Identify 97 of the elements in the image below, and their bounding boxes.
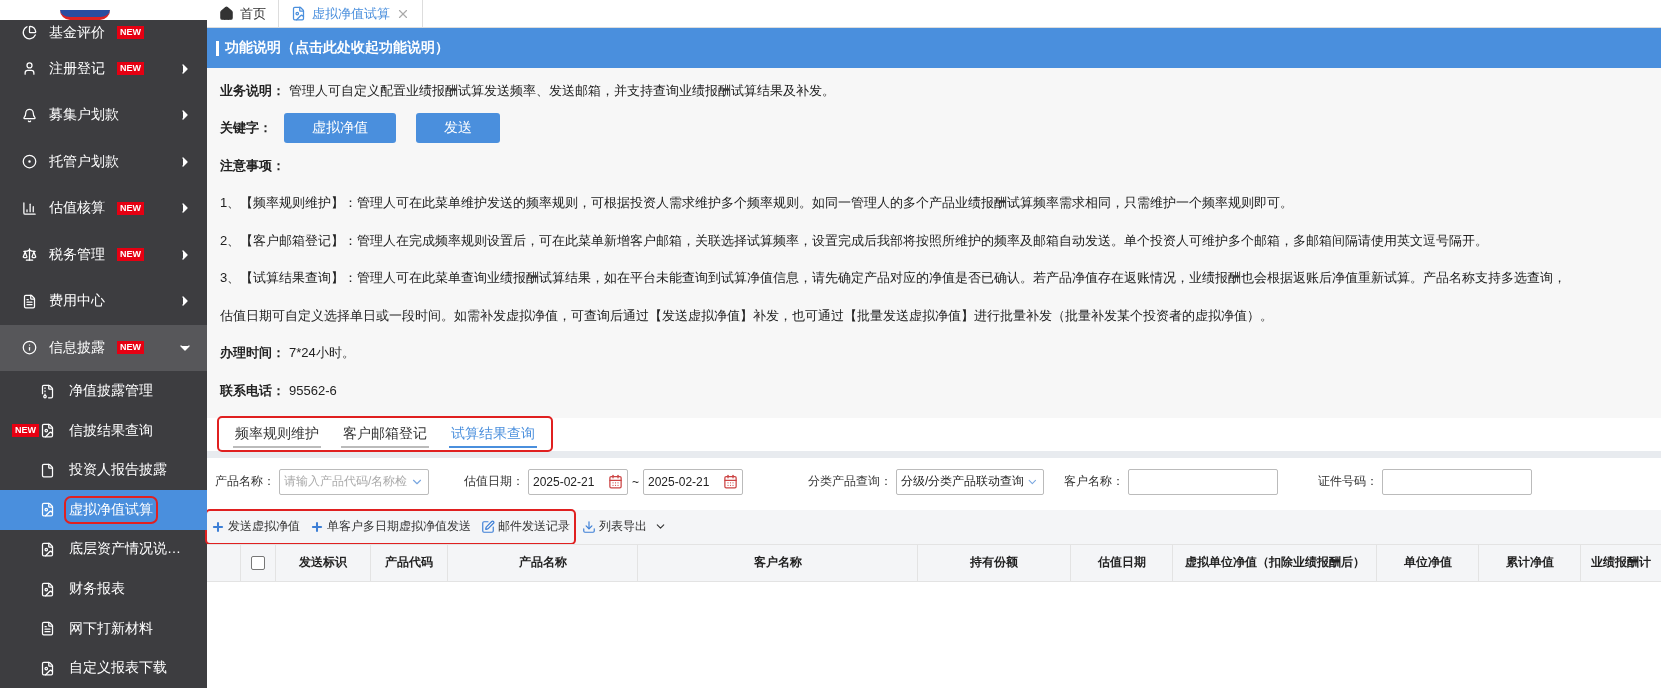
- sidebar-item[interactable]: 托管户划款: [0, 138, 207, 186]
- page-tab[interactable]: 虚拟净值试算: [279, 0, 423, 27]
- submenu-item[interactable]: 网下打新材料: [0, 608, 207, 649]
- column-header: 发送标识: [275, 544, 370, 581]
- new-badge: NEW: [12, 423, 39, 437]
- calendar-icon: [608, 474, 623, 489]
- input-field[interactable]: [1382, 468, 1532, 495]
- menu-icon: [22, 25, 37, 41]
- menu-label: 税务管理: [49, 245, 105, 264]
- column-header: 产品名称: [447, 544, 637, 581]
- menu-label: 估值核算: [49, 199, 105, 218]
- sidebar-item[interactable]: 估值核算 NEW: [0, 185, 207, 232]
- sidebar-item[interactable]: 募集户划款: [0, 92, 207, 139]
- description-text: 3、【试算结果查询】：管理人可在此菜单查询业绩报酬试算结果，如在平台未能查询到试算净值信息，请先确定产品对应的净值是否已确认。若产品净值存在返账情况，业绩报酬也会根据返账后净值重新试算。产品名称支持多选查询，: [220, 269, 1567, 288]
- calendar-icon: [723, 474, 738, 489]
- input-field[interactable]: [1128, 468, 1278, 495]
- edit-icon: [481, 519, 495, 534]
- menu-icon: [22, 293, 37, 309]
- filter-label: 估值日期：: [464, 473, 524, 490]
- menu-icon: [22, 200, 37, 216]
- download-icon: [582, 519, 596, 534]
- filter-label: 证件号码：: [1318, 473, 1378, 490]
- field-label: 联系电话：: [220, 381, 285, 400]
- description-text: 1、【频率规则维护】：管理人可在此菜单维护发送的频率规则，可根据投资人需求维护多个频率规则。如同一管理人的多个产品业绩报酬试算频率需求相同，只需维护一个频率规则即可。: [220, 194, 1294, 213]
- menu-icon: [22, 154, 37, 170]
- column-header: 客户名称: [637, 544, 917, 581]
- toolbar-button[interactable]: 单客户多日期虚拟净值发送: [310, 518, 471, 535]
- sidebar-item[interactable]: 注册登记 NEW: [0, 45, 207, 93]
- column-header: 估值日期: [1070, 544, 1172, 581]
- sidebar-item[interactable]: 费用中心: [0, 278, 207, 325]
- description-text: 2、【客户邮箱登记】：管理人在完成频率规则设置后，可在此菜单新增客户邮箱，关联选择试算频率，设置完成后我部将按照所维护的频率及邮箱自动发送。单个投资人可维护多个邮箱，多邮箱间隔请使用英文逗号隔开。: [220, 231, 1489, 250]
- range-separator: ~: [632, 474, 639, 489]
- column-header: 虚拟单位净值（扣除业绩报酬后）: [1172, 544, 1376, 581]
- date-field[interactable]: 2025-02-21: [528, 468, 628, 495]
- menu-icon: [22, 61, 37, 77]
- description-text: 管理人可自定义配置业绩报酬试算发送频率、发送邮箱，并支持查询业绩报酬试算结果及补发。: [289, 81, 835, 100]
- file-icon: [40, 660, 55, 676]
- field-label: 办理时间：: [220, 344, 285, 363]
- filter-label: 产品名称：: [215, 473, 275, 490]
- toolbar-button[interactable]: 列表导出: [582, 518, 667, 535]
- file-icon: [40, 541, 55, 557]
- menu-label: 募集户划款: [49, 106, 119, 125]
- sidebar-item[interactable]: 基金评价 NEW: [0, 19, 207, 46]
- sub-tab[interactable]: 客户邮箱登记: [341, 420, 429, 448]
- submenu-item[interactable]: 财务报表: [0, 569, 207, 609]
- new-badge: NEW: [117, 341, 144, 355]
- menu-icon: [22, 107, 37, 123]
- sidebar-item[interactable]: 信息披露 NEW: [0, 324, 207, 372]
- column-header: 业绩报酬计: [1580, 544, 1661, 581]
- file-icon: [40, 502, 55, 518]
- description-text: 7*24小时。: [289, 344, 355, 363]
- section-heading: 注意事项：: [220, 156, 285, 175]
- select-all-checkbox[interactable]: [251, 555, 265, 570]
- submenu-item[interactable]: 净值披露管理: [0, 371, 207, 411]
- field-label: 业务说明：: [220, 81, 285, 100]
- submenu-item[interactable]: 投资人报告披露: [0, 450, 207, 491]
- toolbar-button[interactable]: 发送虚拟净值: [211, 518, 300, 535]
- new-badge: NEW: [117, 62, 144, 76]
- submenu-item[interactable]: NEW 信披结果查询: [0, 410, 207, 451]
- menu-icon: [22, 247, 37, 263]
- file-icon: [40, 423, 55, 439]
- logo-icon: [60, 9, 110, 20]
- menu-label: 信息披露: [49, 339, 105, 357]
- plus-icon: [211, 519, 225, 534]
- column-header: 产品代码: [370, 544, 447, 581]
- column-header: 持有份额: [917, 544, 1070, 581]
- menu-label: 费用中心: [49, 292, 105, 311]
- filter-label: 客户名称：: [1064, 473, 1124, 490]
- home-icon: [219, 6, 234, 21]
- sub-tab[interactable]: 频率规则维护: [233, 420, 321, 448]
- image-icon: [291, 6, 306, 21]
- file-icon: [40, 462, 55, 478]
- description-text: 95562-6: [289, 383, 337, 399]
- menu-label: 注册登记: [49, 59, 105, 78]
- field-label: 关键字：: [220, 119, 272, 138]
- plus-icon: [310, 519, 324, 534]
- toolbar-button[interactable]: 邮件发送记录: [481, 518, 570, 535]
- menu-icon: [22, 340, 37, 356]
- sub-tab[interactable]: 试算结果查询: [449, 420, 537, 448]
- new-badge: NEW: [117, 248, 144, 262]
- new-badge: NEW: [117, 26, 144, 40]
- menu-label: 基金评价: [49, 23, 105, 42]
- menu-label: 托管户划款: [49, 152, 119, 171]
- filter-label: 分类产品查询：: [808, 473, 892, 490]
- new-badge: NEW: [117, 201, 144, 215]
- file-icon: [40, 383, 55, 399]
- file-icon: [40, 581, 55, 597]
- submenu-item[interactable]: 自定义报表下载: [0, 648, 207, 688]
- sidebar-item[interactable]: 税务管理 NEW: [0, 231, 207, 279]
- description-text: 估值日期可自定义选择单日或一段时间。如需补发虚拟净值，可查询后通过【发送虚拟净值】补发，也可通过【批量发送虚拟净值】进行批量补发（批量补发某个投资者的虚拟净值）。: [220, 306, 1273, 325]
- file-icon: [40, 621, 55, 637]
- page-tab[interactable]: 首页: [207, 0, 279, 27]
- column-header: 单位净值: [1376, 544, 1478, 581]
- select-field[interactable]: 分级/分类产品联动查询: [896, 468, 1044, 495]
- date-field[interactable]: 2025-02-21: [643, 468, 743, 495]
- submenu-item[interactable]: 底层资产情况说…: [0, 529, 207, 570]
- column-header: 累计净值: [1478, 544, 1580, 581]
